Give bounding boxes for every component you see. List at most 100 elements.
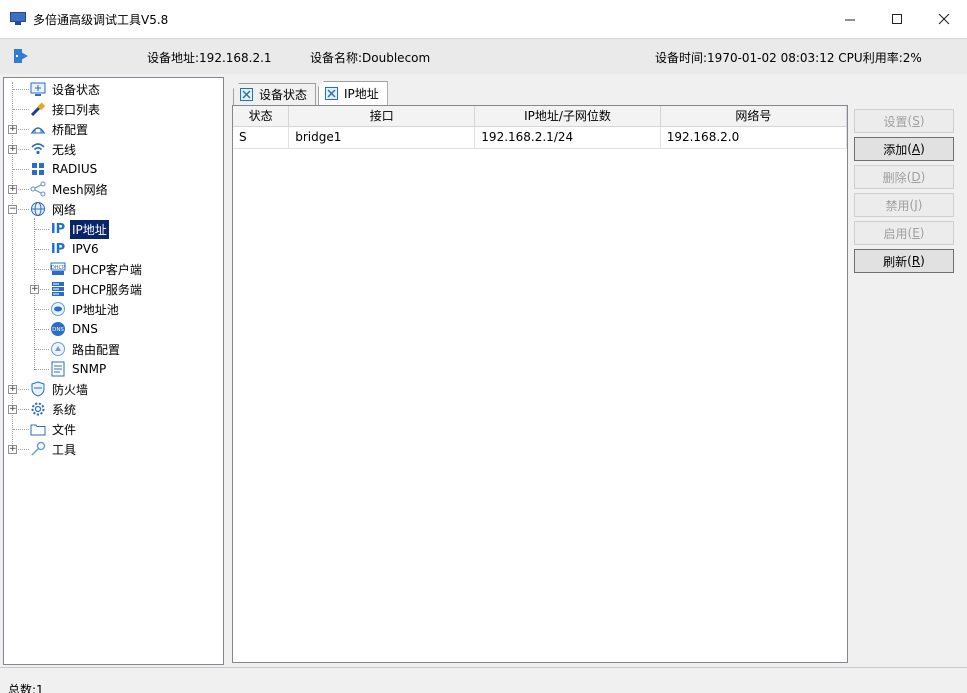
tree-item-firewall[interactable]: 防火墙	[30, 379, 90, 399]
tree-line	[35, 309, 49, 310]
tab-label: IP地址	[344, 87, 379, 101]
tree-item-snmp[interactable]: SNMP	[50, 359, 108, 379]
content-panel: 设备状态 IP地址 状态 接口 IP地址/子网位数 网络号 S bridge1 …	[227, 77, 967, 665]
tab-strip: 设备状态 IP地址	[233, 81, 388, 105]
enable-button[interactable]: 启用(E)	[854, 221, 954, 245]
button-shortcut: R	[911, 254, 921, 268]
tree-item-label: 无线	[52, 142, 77, 157]
dhcp-icon: DHCP	[50, 261, 66, 277]
tree-item-label: IP地址	[70, 219, 109, 239]
maximize-icon	[891, 14, 902, 24]
button-shortcut: A	[911, 142, 921, 156]
route-icon	[50, 341, 66, 357]
table-header-row: 状态 接口 IP地址/子网位数 网络号	[233, 106, 847, 127]
column-header-ip-subnet[interactable]: IP地址/子网位数	[474, 106, 661, 127]
maximize-button[interactable]	[873, 0, 920, 38]
close-icon	[938, 13, 949, 25]
tree-item-file[interactable]: 文件	[30, 419, 78, 439]
tree-item-interface-list[interactable]: 接口列表	[30, 99, 102, 119]
tree-item-label: IPV6	[72, 242, 99, 256]
tree-expander[interactable]: +	[30, 285, 39, 294]
tree-expander[interactable]: +	[8, 385, 17, 394]
tree-item-label: DHCP服务端	[72, 282, 142, 297]
tree-item-dns[interactable]: DNS DNS	[50, 319, 100, 339]
mesh-icon	[30, 181, 46, 197]
tree-line	[18, 389, 29, 390]
svg-text:DNS: DNS	[52, 327, 64, 333]
tree-expander[interactable]: +	[8, 145, 17, 154]
tree-item-label: 系统	[52, 402, 77, 417]
tab-label: 设备状态	[259, 88, 308, 102]
globe-icon	[30, 201, 46, 217]
app-monitor-icon	[10, 12, 26, 26]
pool-icon	[50, 301, 66, 317]
button-shortcut: S	[912, 114, 920, 128]
tree-line	[35, 369, 49, 370]
tab-close-icon[interactable]	[325, 87, 339, 100]
tree-item-system[interactable]: 系统	[30, 399, 78, 419]
tree-item-ip-address[interactable]: IP IP地址	[50, 219, 109, 239]
title-bar: 多倍通高级调试工具V5.8	[0, 0, 967, 38]
minimize-icon	[844, 19, 855, 21]
tree-item-mesh-network[interactable]: Mesh网络	[30, 179, 110, 199]
device-address: 设备地址:192.168.2.1	[147, 51, 272, 65]
column-header-network[interactable]: 网络号	[660, 106, 847, 127]
tree-item-label: 设备状态	[52, 82, 101, 97]
minimize-button[interactable]	[826, 0, 873, 38]
window-title: 多倍通高级调试工具V5.8	[33, 12, 169, 27]
tree-item-label: IP地址池	[72, 302, 119, 317]
delete-button[interactable]: 删除(D)	[854, 165, 954, 189]
gear-icon	[30, 401, 46, 417]
tree-line	[35, 229, 49, 230]
add-button[interactable]: 添加(A)	[854, 137, 954, 161]
column-header-interface[interactable]: 接口	[288, 106, 476, 127]
tree-item-label: 防火墙	[52, 382, 89, 397]
ip-icon: IP	[50, 221, 66, 237]
tree-item-radius[interactable]: RADIUS	[30, 159, 99, 179]
key-icon	[30, 441, 46, 457]
cell-ip-subnet: 192.168.2.1/24	[474, 126, 661, 149]
ip-icon: IP	[50, 241, 66, 257]
tree-item-label: 网络	[52, 202, 77, 217]
tree-item-bridge-config[interactable]: 桥配置	[30, 119, 90, 139]
disable-button[interactable]: 禁用(J)	[854, 193, 954, 217]
cell-status: S	[233, 126, 290, 149]
refresh-button[interactable]: 刷新(R)	[854, 249, 954, 273]
tree-item-label: Mesh网络	[52, 182, 108, 197]
radius-icon	[30, 161, 46, 177]
column-header-status[interactable]: 状态	[233, 106, 290, 127]
tree-item-route-config[interactable]: 路由配置	[50, 339, 122, 359]
tab-device-status[interactable]: 设备状态	[233, 83, 317, 105]
device-time-cpu: 设备时间:1970-01-02 08:03:12 CPU利用率:2%	[655, 51, 922, 65]
tree-expander[interactable]: +	[8, 125, 17, 134]
tab-close-icon[interactable]	[240, 88, 253, 101]
ip-address-table: 状态 接口 IP地址/子网位数 网络号 S bridge1 192.168.2.…	[232, 105, 848, 663]
tree-line	[18, 129, 29, 130]
shield-icon	[30, 381, 46, 397]
tree-item-ip-pool[interactable]: IP地址池	[50, 299, 121, 319]
set-button[interactable]: 设置(S)	[854, 109, 954, 133]
tree-expander[interactable]: −	[8, 205, 17, 214]
tree-line	[18, 149, 29, 150]
tab-ip-address[interactable]: IP地址	[318, 81, 388, 105]
tree-item-tools[interactable]: 工具	[30, 439, 78, 459]
close-button[interactable]	[920, 0, 967, 38]
tree-item-dhcp-server[interactable]: DHCP服务端	[50, 279, 144, 299]
tree-expander[interactable]: +	[8, 445, 17, 454]
table-row[interactable]: S bridge1 192.168.2.1/24 192.168.2.0	[233, 126, 847, 149]
device-name: 设备名称:Doublecom	[310, 51, 431, 65]
tree-item-ipv6[interactable]: IP IPV6	[50, 239, 101, 259]
button-label: 禁用	[885, 198, 910, 213]
tree-item-wireless[interactable]: 无线	[30, 139, 78, 159]
snmp-icon	[50, 361, 66, 377]
tree-item-device-status[interactable]: 设备状态	[30, 79, 102, 99]
logout-icon[interactable]	[13, 48, 29, 64]
button-label: 添加	[883, 142, 908, 157]
tree-item-network[interactable]: 网络	[30, 199, 78, 219]
tree-item-dhcp-client[interactable]: DHCP DHCP客户端	[50, 259, 144, 279]
action-buttons: 设置(S) 添加(A) 删除(D) 禁用(J) 启用(E) 刷新(R)	[854, 109, 954, 277]
button-shortcut: D	[911, 170, 921, 184]
tree-expander[interactable]: +	[8, 405, 17, 414]
tree-expander[interactable]: +	[8, 185, 17, 194]
tree-item-label: DNS	[72, 322, 98, 336]
